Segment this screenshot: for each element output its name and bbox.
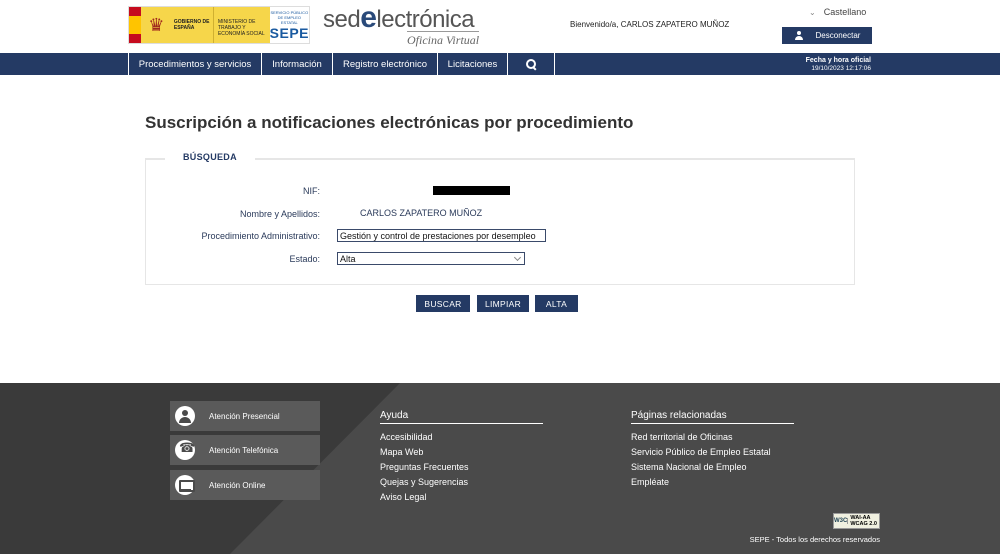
nav-search-button[interactable] — [507, 53, 555, 75]
government-logo[interactable]: ♛ GOBIERNO DE ESPAÑA MINISTERIO DE TRABA… — [128, 6, 310, 44]
link-quejas[interactable]: Quejas y Sugerencias — [380, 477, 468, 487]
link-preguntas[interactable]: Preguntas Frecuentes — [380, 462, 469, 472]
person-icon — [175, 406, 195, 426]
link-red-territorial[interactable]: Red territorial de Oficinas — [631, 432, 733, 442]
sepe-logo: SERVICIO PÚBLICO DE EMPLEO ESTATAL SEPE — [269, 7, 310, 43]
nav-procedimientos[interactable]: Procedimientos y servicios — [128, 53, 261, 75]
search-section-label: BÚSQUEDA — [165, 152, 255, 162]
wcag-badge[interactable]: W3C WAI-AA WCAG 2.0 — [833, 513, 880, 529]
procedure-selected-value: Gestión y control de prestaciones por de… — [340, 231, 536, 241]
link-sepe[interactable]: Servicio Público de Empleo Estatal — [631, 447, 771, 457]
procedure-label: Procedimiento Administrativo: — [201, 231, 320, 241]
phone-icon — [175, 440, 195, 460]
nav-informacion[interactable]: Información — [261, 53, 332, 75]
contact-phone[interactable]: Atención Telefónica — [170, 435, 320, 465]
sede-e: e — [360, 1, 377, 34]
language-label: Castellano — [823, 7, 867, 17]
sepe-acronym: SEPE — [269, 24, 310, 41]
name-label: Nombre y Apellidos: — [239, 209, 320, 219]
main-navigation: Procedimientos y servicios Información R… — [0, 53, 1000, 75]
disconnect-label: Desconectar — [815, 31, 861, 40]
link-accesibilidad[interactable]: Accesibilidad — [380, 432, 433, 442]
welcome-message: Bienvenido/a, CARLOS ZAPATERO MUÑOZ — [570, 20, 730, 29]
chevron-down-icon — [513, 253, 522, 262]
spain-flag-icon — [129, 7, 141, 43]
language-selector[interactable]: ⌄ Castellano — [809, 7, 866, 17]
sede-prefix: sed — [323, 6, 361, 33]
contact-in-person[interactable]: Atención Presencial — [170, 401, 320, 431]
search-icon — [526, 59, 536, 69]
monitor-icon — [175, 475, 195, 495]
sede-electronica-logo[interactable]: sedelectrónica Oficina Virtual — [323, 3, 483, 47]
contact-phone-label: Atención Telefónica — [209, 445, 279, 455]
related-title: Páginas relacionadas — [631, 410, 794, 424]
search-fieldset — [145, 158, 855, 285]
datetime-value: 19/10/2023 12:17:06 — [811, 65, 871, 72]
state-label: Estado: — [289, 254, 320, 264]
datetime-label: Fecha y hora oficial — [805, 57, 871, 64]
procedure-select[interactable]: Gestión y control de prestaciones por de… — [337, 229, 546, 242]
disconnect-button[interactable]: Desconectar — [782, 27, 872, 44]
page-title: Suscripción a notificaciones electrónica… — [145, 113, 634, 132]
header: ♛ GOBIERNO DE ESPAÑA MINISTERIO DE TRABA… — [0, 0, 1000, 53]
nav-licitaciones[interactable]: Licitaciones — [437, 53, 507, 75]
link-empleate[interactable]: Empléate — [631, 477, 669, 487]
contact-in-person-label: Atención Presencial — [209, 411, 280, 421]
name-value: CARLOS ZAPATERO MUÑOZ — [360, 208, 483, 218]
clear-button[interactable]: LIMPIAR — [477, 295, 529, 312]
official-datetime: Fecha y hora oficial 19/10/2023 12:17:06 — [806, 57, 871, 73]
add-button[interactable]: ALTA — [535, 295, 578, 312]
user-icon — [794, 30, 804, 41]
link-mapa-web[interactable]: Mapa Web — [380, 447, 423, 457]
state-selected-value: Alta — [340, 254, 356, 264]
contact-online-label: Atención Online — [209, 480, 266, 490]
sepe-full-name: SERVICIO PÚBLICO DE EMPLEO ESTATAL — [270, 9, 309, 25]
sede-suffix: lectrónica — [376, 6, 475, 33]
contact-online[interactable]: Atención Online — [170, 470, 320, 500]
nav-registro[interactable]: Registro electrónico — [332, 53, 437, 75]
link-sne[interactable]: Sistema Nacional de Empleo — [631, 462, 747, 472]
link-aviso-legal[interactable]: Aviso Legal — [380, 492, 426, 502]
coat-of-arms-icon: ♛ — [140, 7, 172, 43]
help-title: Ayuda — [380, 410, 543, 424]
nif-label: NIF: — [303, 186, 320, 196]
search-button[interactable]: BUSCAR — [416, 295, 470, 312]
chevron-down-icon: ⌄ — [809, 8, 816, 17]
gobierno-text: GOBIERNO DE ESPAÑA — [171, 7, 213, 43]
w3c-logo: W3C — [834, 518, 849, 524]
copyright: SEPE - Todos los derechos reservados — [749, 535, 880, 544]
wcag-level: WAI-AA WCAG 2.0 — [850, 515, 877, 527]
oficina-virtual-text: Oficina Virtual — [407, 31, 480, 47]
nif-value-redacted — [433, 186, 510, 195]
state-select[interactable]: Alta — [337, 252, 525, 265]
ministerio-text: MINISTERIO DE TRABAJO Y ECONOMÍA SOCIAL — [212, 7, 270, 43]
